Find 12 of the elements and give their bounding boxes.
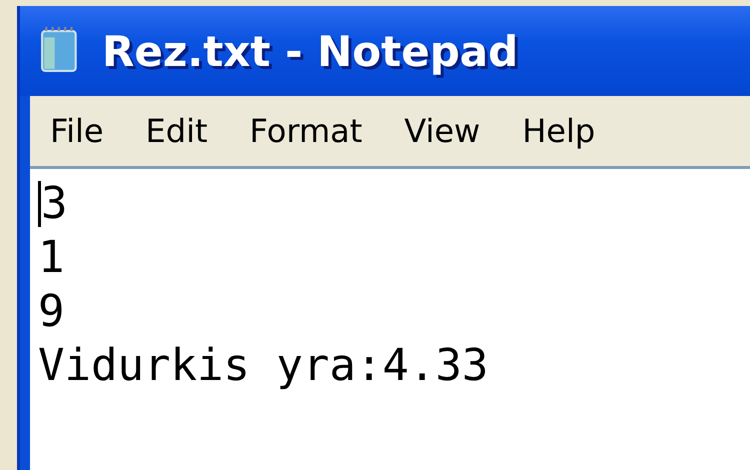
text-cursor	[38, 181, 41, 227]
menu-item[interactable]: File	[50, 112, 104, 150]
text-line: 3	[41, 177, 68, 231]
menu-item[interactable]: Edit	[146, 112, 208, 150]
menu-item[interactable]: Help	[522, 112, 596, 150]
menu-item[interactable]: Format	[250, 112, 362, 150]
menu-item[interactable]: View	[404, 112, 480, 150]
window-title: Rez.txt - Notepad	[102, 26, 518, 76]
text-line: 9	[38, 285, 64, 339]
text-line: Vidurkis yra:4.33	[38, 339, 488, 393]
text-line: 1	[38, 231, 64, 285]
text-area[interactable]: 3 1 9 Vidurkis yra:4.33	[30, 169, 750, 470]
